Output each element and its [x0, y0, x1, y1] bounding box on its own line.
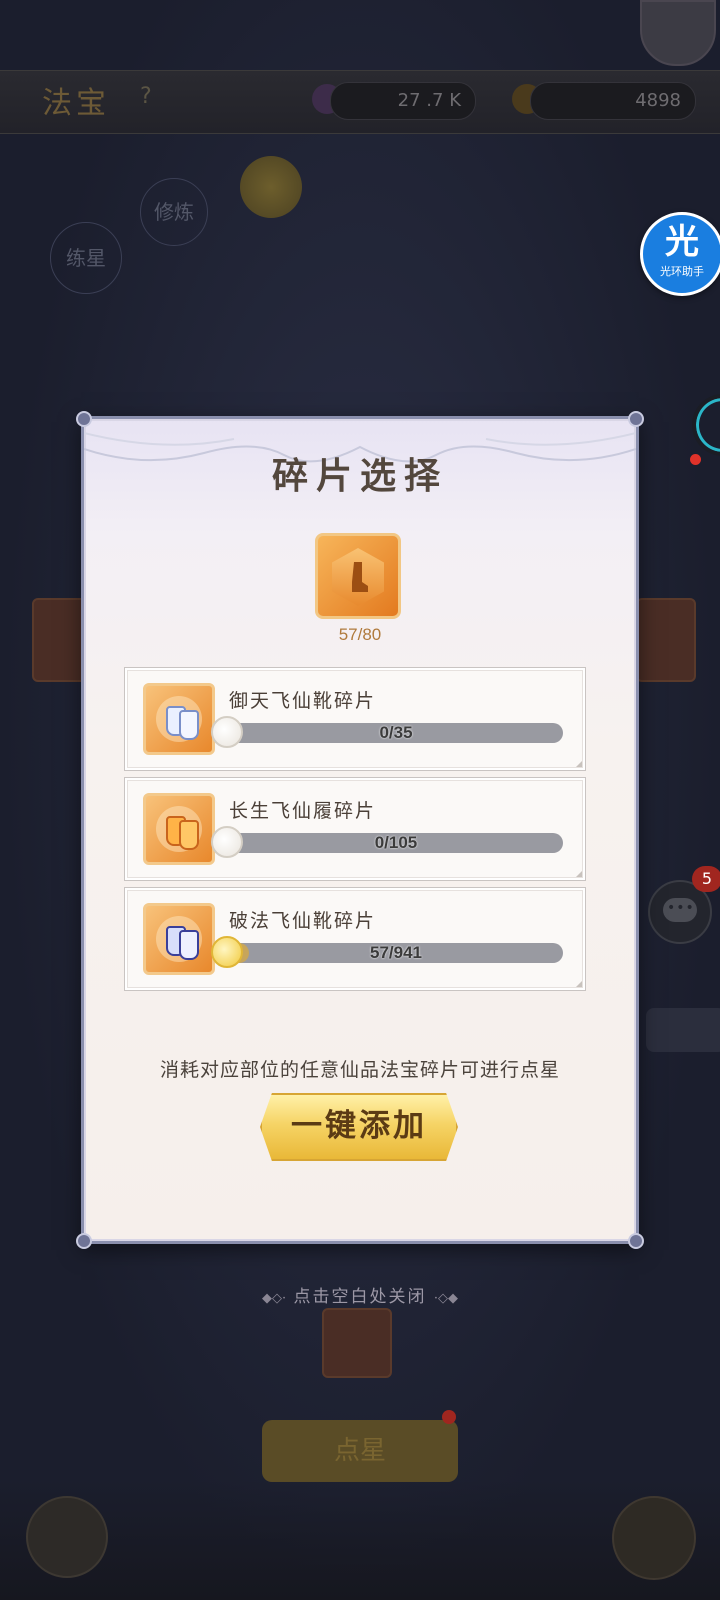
fragment-row-yutian[interactable]: 御天飞仙靴碎片 0/35: [124, 667, 586, 771]
bg-item-card: [636, 598, 696, 682]
boot-icon: [352, 562, 368, 592]
dialog-title: 碎片选择: [271, 455, 448, 497]
halo-label: 光环助手: [660, 265, 704, 278]
bg-menu-button: [612, 1496, 696, 1580]
target-fragment-count: 57/80: [338, 625, 382, 644]
bg-selected-item: [322, 1308, 392, 1378]
player-avatar[interactable]: [640, 0, 716, 66]
corner-ornament: [76, 1233, 92, 1249]
target-boot-icon: [315, 533, 401, 619]
help-icon[interactable]: ?: [140, 84, 152, 109]
halo-glyph: 光: [665, 222, 699, 262]
fragment-count: 0/35: [379, 723, 413, 742]
bg-side-tab: [646, 1008, 720, 1052]
fragment-name: 破法飞仙靴碎片: [229, 910, 377, 932]
yutian-boots-icon: [143, 683, 215, 755]
chat-bubble-icon: [663, 898, 697, 922]
fragment-row-changsheng[interactable]: 长生飞仙履碎片 0/105: [124, 777, 586, 881]
bg-star-up-button: 点星: [262, 1420, 458, 1482]
corner-ornament: [628, 1233, 644, 1249]
corner-ornament: [628, 411, 644, 427]
chat-unread-badge: 5: [692, 866, 720, 892]
fragment-select-dialog: 碎片选择 57/80 御天飞仙靴碎片 0/35 长生飞仙履碎片 0/105 破法…: [76, 411, 644, 1249]
fragment-name: 长生飞仙履碎片: [229, 800, 377, 822]
node-cultivate: 修炼: [140, 178, 208, 246]
notification-dot: [442, 1410, 456, 1424]
fragment-count: 0/105: [374, 833, 418, 852]
fragment-count: 57/941: [370, 943, 422, 962]
ornament-icon: ◆◇·: [261, 1291, 287, 1306]
star-up-hint: 消耗对应部位的任意仙品法宝碎片可进行点星: [159, 1059, 560, 1081]
close-hint-text: 点击空白处关闭: [293, 1287, 427, 1307]
fragment-row-pofa[interactable]: 破法飞仙靴碎片 57/941: [124, 887, 586, 991]
resource-energy: 4898: [530, 82, 696, 120]
changsheng-shoes-icon: [143, 793, 215, 865]
corner-ornament: [76, 411, 92, 427]
halo-assistant-button[interactable]: 光 光环助手: [640, 212, 720, 296]
corner-mark: [576, 761, 582, 767]
page-title: 法宝: [42, 86, 110, 121]
corner-mark: [576, 981, 582, 987]
node-refine-star: 练星: [50, 222, 122, 294]
fragment-name: 御天飞仙靴碎片: [229, 690, 377, 712]
fragment-list: 御天飞仙靴碎片 0/35 长生飞仙履碎片 0/105 破法飞仙靴碎片 57/94…: [124, 667, 586, 997]
tap-to-close-hint[interactable]: ◆◇· 点击空白处关闭 ·◇◆: [0, 1282, 720, 1307]
pofa-boots-icon: [143, 903, 215, 975]
back-arrow-icon: [26, 1496, 108, 1578]
corner-mark: [576, 871, 582, 877]
resource-gems: 27 .7 K: [330, 82, 476, 120]
ornament-icon: ·◇◆: [433, 1291, 459, 1306]
sun-emblem-icon: [240, 156, 302, 218]
record-dot-icon: [690, 454, 701, 465]
one-click-add-button[interactable]: 一键添加: [260, 1093, 458, 1161]
